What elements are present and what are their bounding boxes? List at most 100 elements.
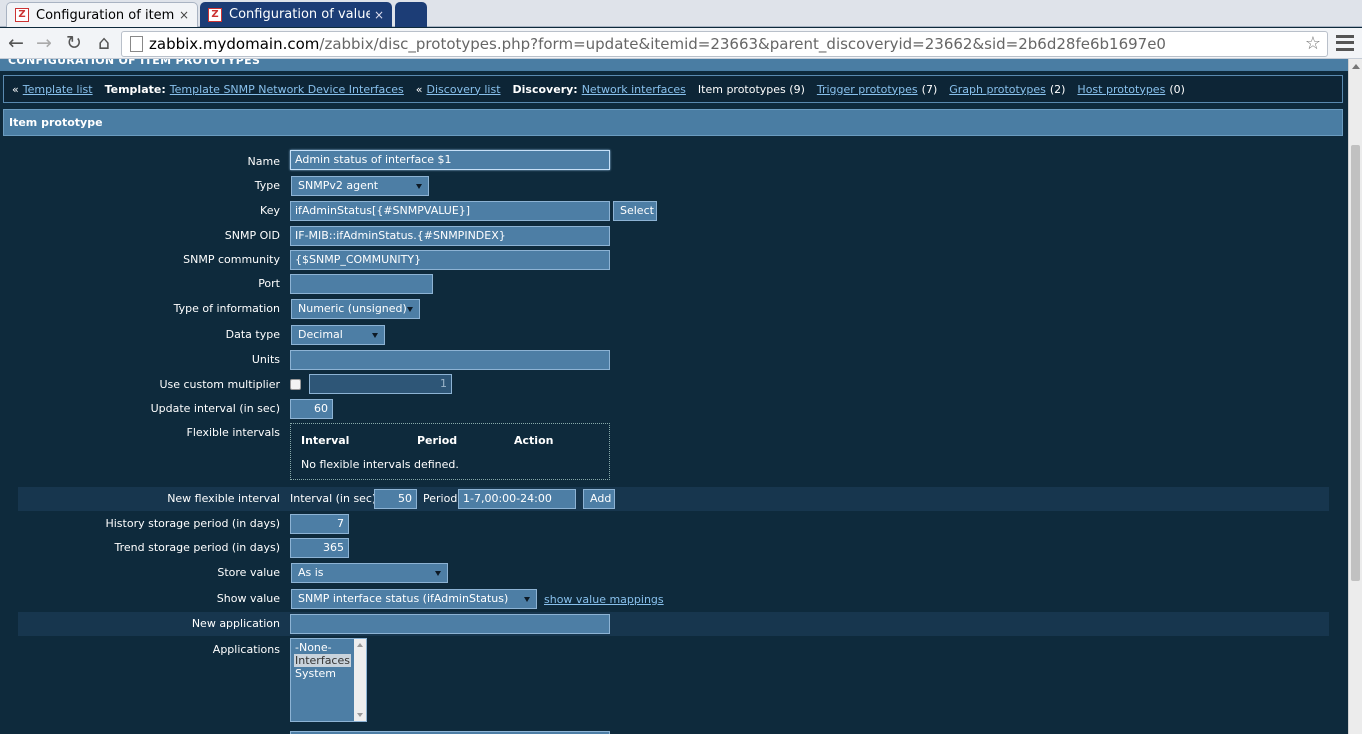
data-type-label: Data type [225,328,280,341]
custom-multiplier-label: Use custom multiplier [159,378,280,391]
new-application-input[interactable] [290,614,610,634]
close-icon[interactable]: × [374,8,384,22]
host-prototypes-count: (0) [1169,82,1185,96]
data-type-row: Data type Decimal [18,323,1329,347]
type-of-information-row: Type of information Numeric (unsigned) [18,297,1329,321]
template-name-link[interactable]: Template SNMP Network Device Interfaces [170,83,404,96]
interval-label: Interval (in sec) [290,492,377,505]
bookmark-star-icon[interactable]: ☆ [1305,33,1321,54]
application-option-interfaces[interactable]: Interfaces [294,654,351,667]
interval-input[interactable]: 50 [374,489,417,509]
scrollbar-thumb[interactable] [1351,145,1360,581]
type-label: Type [254,179,280,192]
flexible-intervals-row: Flexible intervals Interval Period Actio… [18,421,1329,483]
update-interval-label: Update interval (in sec) [150,402,280,415]
breadcrumb-separator: « [12,82,19,96]
flexible-intervals-table: Interval Period Action No flexible inter… [290,423,610,480]
page-icon [130,36,143,52]
graph-prototypes-link[interactable]: Graph prototypes [949,83,1046,96]
application-option-none[interactable]: -None- [294,641,333,654]
template-list-link[interactable]: Template list [23,83,93,96]
discovery-name-link[interactable]: Network interfaces [582,83,686,96]
column-action: Action [514,434,554,447]
history-label: History storage period (in days) [105,517,280,530]
close-icon[interactable]: × [179,8,189,22]
period-input[interactable]: 1-7,00:00-24:00 [458,489,576,509]
data-type-value: Decimal [298,328,343,341]
forward-arrow-icon[interactable]: → [33,31,55,55]
address-bar[interactable]: zabbix.mydomain.com/zabbix/disc_prototyp… [121,31,1328,57]
tab-title: Configuration of item pro [36,7,175,23]
custom-multiplier-checkbox[interactable] [290,379,301,390]
browser-tab-item-prototypes[interactable]: Z Configuration of item pro × [6,2,198,27]
column-period: Period [417,434,458,447]
scroll-up-icon [357,643,363,647]
page-scrollbar[interactable] [1348,59,1362,734]
custom-multiplier-input[interactable]: 1 [309,374,452,394]
back-arrow-icon[interactable]: ← [5,31,27,55]
browser-menu-icon[interactable] [1336,33,1354,53]
dropdown-arrow-icon [407,307,413,312]
host-prototypes-link[interactable]: Host prototypes [1077,83,1165,96]
snmp-oid-label: SNMP OID [224,229,280,242]
tab-title: Configuration of value m [229,7,370,22]
type-row: Type SNMPv2 agent [18,174,1329,198]
url-path: /zabbix/disc_prototypes.php?form=update&… [319,35,1166,53]
type-value: SNMPv2 agent [298,179,379,192]
snmp-community-row: SNMP community {$SNMP_COMMUNITY} [18,248,1329,272]
dropdown-arrow-icon [416,184,422,189]
show-value-select[interactable]: SNMP interface status (ifAdminStatus) [291,589,537,609]
browser-toolbar: ← → ↻ ⌂ zabbix.mydomain.com/zabbix/disc_… [0,28,1362,59]
applications-listbox[interactable]: -None- Interfaces System [290,638,367,722]
show-value-row: Show value SNMP interface status (ifAdmi… [18,587,1329,611]
discovery-list-link[interactable]: Discovery list [427,83,501,96]
dropdown-arrow-icon [372,333,378,338]
port-input[interactable] [290,274,433,294]
type-of-information-select[interactable]: Numeric (unsigned) [291,299,420,319]
type-of-information-value: Numeric (unsigned) [298,302,407,315]
reload-icon[interactable]: ↻ [63,31,85,55]
empty-message: No flexible intervals defined. [301,458,459,471]
template-label: Template: [104,82,166,96]
column-interval: Interval [301,434,350,447]
units-row: Units [18,348,1329,372]
name-row: Name Admin status of interface $1 [18,150,1329,174]
trigger-prototypes-link[interactable]: Trigger prototypes [817,83,918,96]
new-tab-button[interactable] [395,2,427,27]
name-input[interactable]: Admin status of interface $1 [290,150,610,170]
trend-label: Trend storage period (in days) [114,541,281,554]
home-icon[interactable]: ⌂ [93,31,115,55]
trend-input[interactable]: 365 [290,538,349,558]
key-label: Key [260,204,280,217]
form-header: Item prototype [3,109,1343,136]
flexible-intervals-label: Flexible intervals [186,426,281,439]
scroll-down-icon [357,713,363,717]
page-content: CONFIGURATION OF ITEM PROTOTYPES « Templ… [0,59,1348,734]
new-flexible-interval-row: New flexible interval Interval (in sec) … [18,487,1329,511]
period-label: Period [423,492,458,505]
show-value-label: Show value [216,592,280,605]
applications-row: Applications -None- Interfaces System [18,638,1329,724]
show-value-mappings-link[interactable]: show value mappings [544,593,664,606]
update-interval-row: Update interval (in sec) 60 [18,397,1329,421]
listbox-scrollbar[interactable] [354,639,366,721]
type-select[interactable]: SNMPv2 agent [291,176,429,196]
history-input[interactable]: 7 [290,514,349,534]
units-input[interactable] [290,350,610,370]
snmp-oid-input[interactable]: IF-MIB::ifAdminStatus.{#SNMPINDEX} [290,226,610,246]
custom-multiplier-row: Use custom multiplier 1 [18,373,1329,397]
data-type-select[interactable]: Decimal [291,325,385,345]
page-header: CONFIGURATION OF ITEM PROTOTYPES [0,59,1348,71]
trend-row: Trend storage period (in days) 365 [18,536,1329,560]
key-input[interactable]: ifAdminStatus[{#SNMPVALUE}] [290,201,610,221]
snmp-community-label: SNMP community [183,253,280,266]
add-interval-button[interactable]: Add [583,489,615,509]
new-application-row: New application [18,612,1329,636]
update-interval-input[interactable]: 60 [290,399,333,419]
snmp-community-input[interactable]: {$SNMP_COMMUNITY} [290,250,610,270]
store-value-select[interactable]: As is [291,563,448,583]
application-option-system[interactable]: System [294,667,337,680]
store-value-row: Store value As is [18,561,1329,585]
key-select-button[interactable]: Select [613,201,657,221]
browser-tab-value-mapping[interactable]: Z Configuration of value m × [200,2,392,27]
